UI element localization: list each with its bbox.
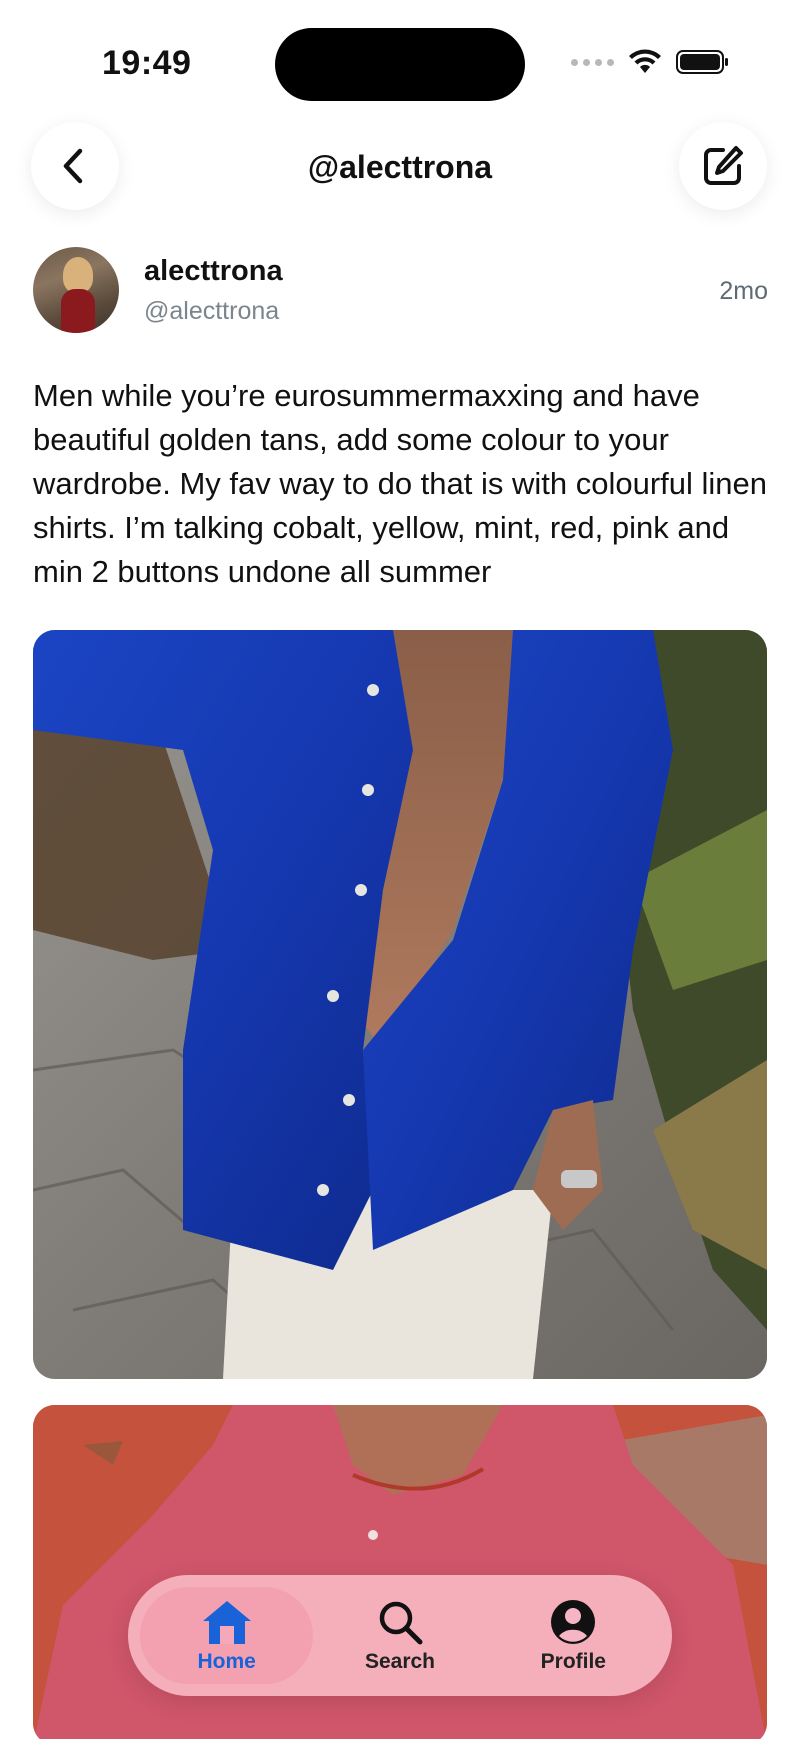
author-display-name[interactable]: alecttrona <box>144 255 283 288</box>
tab-home[interactable]: Home <box>140 1587 314 1684</box>
avatar[interactable] <box>33 247 119 333</box>
signal-dots-icon <box>571 58 614 66</box>
dynamic-island <box>275 28 525 101</box>
post-body-text: Men while you’re eurosummermaxxing and h… <box>33 378 768 589</box>
tab-bar: Home Search Profile <box>128 1575 672 1696</box>
author-handle: @alecttrona <box>144 297 280 325</box>
post-header: alecttrona @alecttrona 2mo <box>33 247 768 335</box>
compose-icon <box>704 146 743 185</box>
home-icon <box>202 1600 251 1644</box>
tab-home-label: Home <box>197 1649 256 1673</box>
nav-bar: @alecttrona <box>0 122 800 212</box>
battery-icon <box>676 50 728 74</box>
post-timestamp: 2mo <box>719 277 768 305</box>
tab-search-label: Search <box>364 1649 436 1673</box>
wifi-icon <box>629 49 661 73</box>
status-bar: 19:49 <box>0 0 800 120</box>
compose-button[interactable] <box>679 122 767 210</box>
tab-search[interactable]: Search <box>313 1587 486 1684</box>
profile-icon <box>551 1599 596 1644</box>
tab-profile-label: Profile <box>540 1649 606 1673</box>
tab-profile[interactable]: Profile <box>487 1587 660 1684</box>
search-icon <box>379 1601 423 1644</box>
status-time: 19:49 <box>102 44 192 82</box>
status-icons <box>571 48 730 76</box>
post-image-1[interactable] <box>33 630 767 1379</box>
